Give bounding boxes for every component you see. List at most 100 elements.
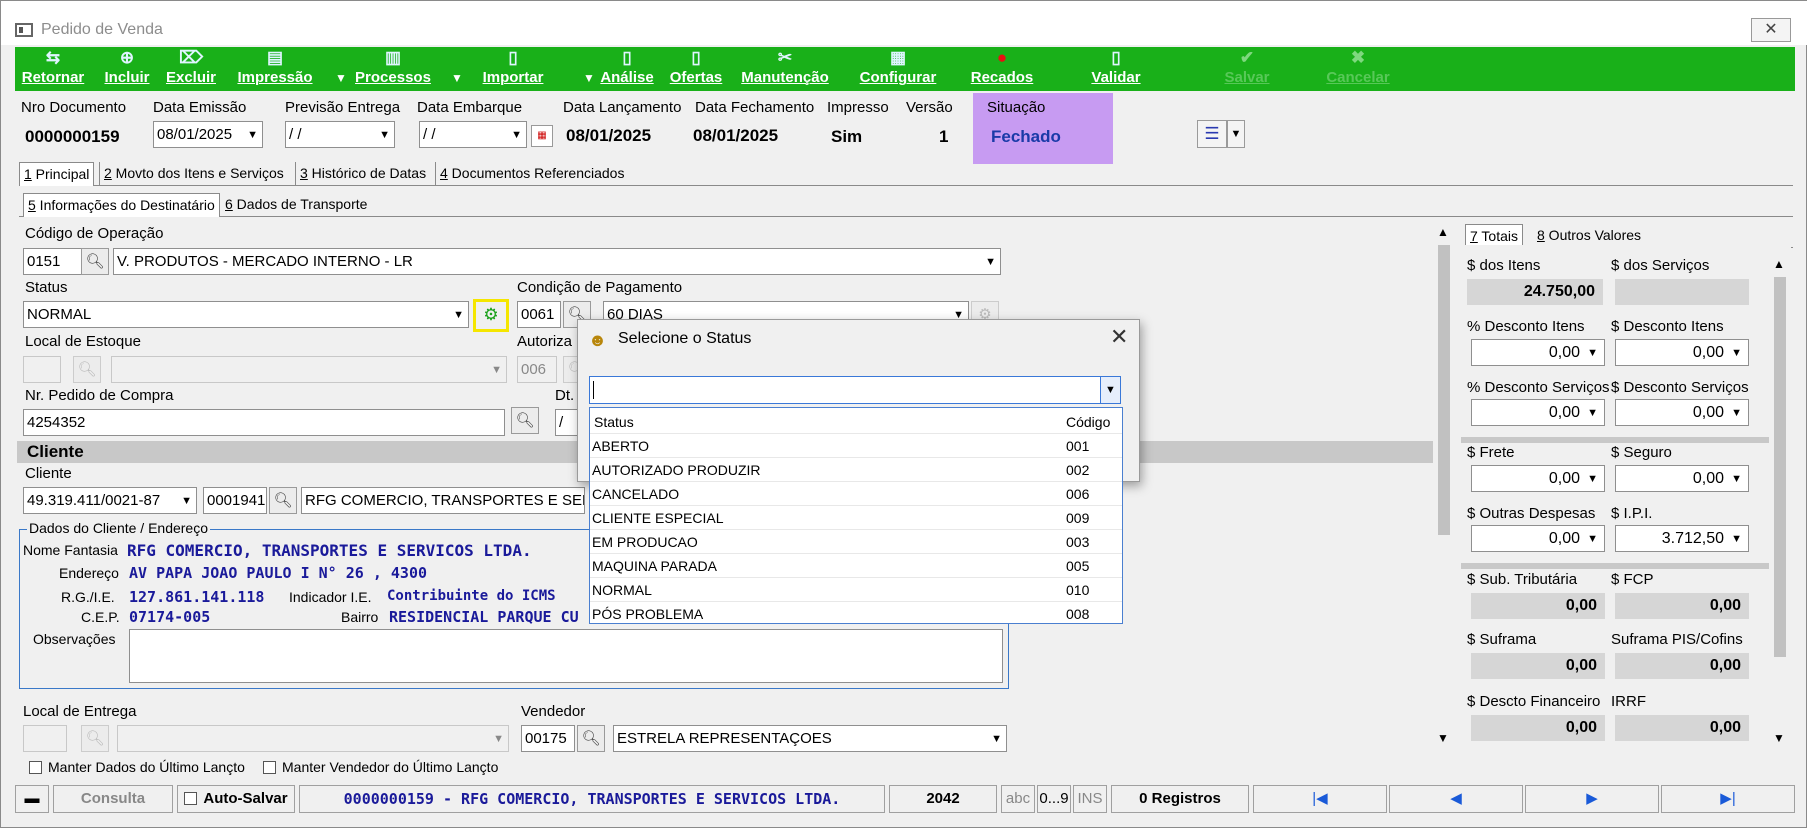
list-item[interactable]: MAQUINA PARADA 005 xyxy=(590,554,1122,578)
desc-serv-pct-field[interactable]: 0,00 ▼ xyxy=(1471,399,1605,426)
manter-vendedor-checkbox[interactable]: Manter Vendedor do Último Lançto xyxy=(263,759,498,775)
impressao-button[interactable]: ▤ Impressão xyxy=(233,47,317,91)
operacao-select[interactable]: V. PRODUTOS - MERCADO INTERNO - LR ▼ xyxy=(113,248,1001,275)
list-item[interactable]: CANCELADO 006 xyxy=(590,482,1122,506)
condicao-pagamento-label: Condição de Pagamento xyxy=(517,279,683,296)
list-item[interactable]: CLIENTE ESPECIAL 009 xyxy=(590,506,1122,530)
desc-itens-pct-field[interactable]: 0,00 ▼ xyxy=(1471,339,1605,366)
auto-salvar-checkbox[interactable]: Auto-Salvar xyxy=(177,785,295,813)
autoriza-field[interactable]: 006 xyxy=(517,356,557,383)
messages-icon: ● xyxy=(996,48,1008,67)
previsao-entrega-field[interactable]: / / ▼ xyxy=(285,121,395,148)
tools-icon: ✂ xyxy=(777,48,793,67)
cep-label: C.E.P. xyxy=(81,609,120,625)
dialog-close-icon[interactable]: ✕ xyxy=(1110,324,1128,350)
manter-dados-checkbox[interactable]: Manter Dados do Último Lançto xyxy=(29,759,245,775)
first-record-button[interactable]: |◀ xyxy=(1253,785,1387,813)
ipi-field[interactable]: 3.712,50 ▼ xyxy=(1615,525,1749,552)
manutencao-button[interactable]: ✂ Manutenção xyxy=(737,47,833,91)
itens-value: 24.750,00 xyxy=(1467,279,1603,305)
next-record-button[interactable]: ▶ xyxy=(1525,785,1659,813)
importar-dropdown[interactable]: ▼ xyxy=(575,47,595,91)
analise-button[interactable]: ▯ Análise xyxy=(597,47,657,91)
ofertas-button[interactable]: ▯ Ofertas xyxy=(665,47,727,91)
data-emissao-field[interactable]: 08/01/2025 ▼ xyxy=(153,121,263,148)
tab-informacoes-destinatario[interactable]: 5 Informações do Destinatário xyxy=(23,193,220,217)
local-estoque-select[interactable]: ▼ xyxy=(111,356,507,383)
cliente-nome-field[interactable]: RFG COMERCIO, TRANSPORTES E SERVIC xyxy=(301,487,585,514)
retornar-button[interactable]: ⇆ Retornar xyxy=(19,47,87,91)
list-icon[interactable]: ☰ xyxy=(1197,120,1227,148)
cliente-search-button[interactable]: 🔍︎ xyxy=(269,487,297,514)
pedido-compra-search-button[interactable]: 🔍︎ xyxy=(511,407,539,434)
impressao-dropdown[interactable]: ▼ xyxy=(327,47,347,91)
vendedor-codigo-field[interactable]: 00175 xyxy=(521,725,575,752)
salvar-button[interactable]: ✔ Salvar xyxy=(1221,47,1273,91)
pedido-compra-field[interactable]: 4254352 xyxy=(23,409,505,436)
suframa-label: $ Suframa xyxy=(1467,631,1537,648)
codigo-operacao-search-button[interactable]: 🔍︎ xyxy=(81,248,109,275)
condicao-codigo-field[interactable]: 0061 xyxy=(517,301,561,328)
local-estoque-codigo-field[interactable] xyxy=(23,356,61,383)
observacoes-field[interactable] xyxy=(129,629,1003,683)
cliente-cnpj-select[interactable]: 49.319.411/0021-87 ▼ xyxy=(23,487,197,514)
analysis-icon: ▯ xyxy=(622,48,632,67)
status-search-input[interactable]: ▼ xyxy=(589,376,1121,404)
codigo-operacao-label: Código de Operação xyxy=(25,225,164,242)
tab-movto-itens[interactable]: 2 Movto dos Itens e Serviços xyxy=(99,162,288,186)
dropdown-icon: ▼ xyxy=(1731,473,1742,485)
last-record-button[interactable]: ▶| xyxy=(1661,785,1795,813)
vendedor-label: Vendedor xyxy=(521,703,586,720)
vendedor-search-button[interactable]: 🔍︎ xyxy=(577,725,605,752)
ins-indicator: INS xyxy=(1073,785,1107,813)
chevron-down-icon[interactable]: ▼ xyxy=(1100,377,1120,403)
processos-button[interactable]: ▥ Processos xyxy=(353,47,433,91)
local-entrega-select[interactable]: ▼ xyxy=(117,725,509,752)
cancelar-button[interactable]: ✖ Cancelar xyxy=(1325,47,1391,91)
local-estoque-search-button[interactable]: 🔍︎ xyxy=(73,356,101,383)
dropdown-icon: ▼ xyxy=(1587,407,1598,419)
scroll-thumb[interactable] xyxy=(1438,245,1450,535)
calendar-icon[interactable]: ▦ xyxy=(531,125,553,147)
dropdown-icon: ▼ xyxy=(1731,407,1742,419)
processos-dropdown[interactable]: ▼ xyxy=(443,47,463,91)
status-bar: ▬ Consulta Auto-Salvar 0000000159 - RFG … xyxy=(15,783,1795,815)
previous-record-button[interactable]: ◀ xyxy=(1389,785,1523,813)
local-entrega-search-button[interactable]: 🔍︎ xyxy=(81,725,109,752)
list-item[interactable]: NORMAL 010 xyxy=(590,578,1122,602)
close-window-button[interactable]: ✕ xyxy=(1751,18,1791,42)
frete-field[interactable]: 0,00 ▼ xyxy=(1471,465,1605,492)
cliente-codigo-field[interactable]: 0001941 xyxy=(203,487,267,514)
recados-button[interactable]: ● Recados xyxy=(967,47,1037,91)
validar-button[interactable]: ▯ Validar xyxy=(1087,47,1145,91)
incluir-button[interactable]: ⊕ Incluir xyxy=(101,47,153,91)
tab-principal[interactable]: 1 Principal xyxy=(19,162,95,186)
desc-itens-field[interactable]: 0,00 ▼ xyxy=(1615,339,1749,366)
form-scrollbar[interactable]: ▲ ▼ xyxy=(1433,221,1455,751)
outras-despesas-field[interactable]: 0,00 ▼ xyxy=(1471,525,1605,552)
local-entrega-codigo-field[interactable] xyxy=(23,725,67,752)
codigo-operacao-field[interactable]: 0151 xyxy=(23,248,83,275)
tab-historico-datas[interactable]: 3 Histórico de Datas xyxy=(295,162,430,186)
tab-dados-transporte[interactable]: 6 Dados de Transporte xyxy=(221,193,371,217)
vendedor-select[interactable]: ESTRELA REPRESENTAÇOES ▼ xyxy=(613,725,1007,752)
importar-button[interactable]: ▯ Importar xyxy=(477,47,549,91)
list-item[interactable]: AUTORIZADO PRODUZIR 002 xyxy=(590,458,1122,482)
configurar-button[interactable]: ▦ Configurar xyxy=(853,47,943,91)
totals-scrollbar[interactable]: ▲ ▼ xyxy=(1769,253,1791,751)
nome-fantasia-value: RFG COMERCIO, TRANSPORTES E SERVICOS LTD… xyxy=(127,541,532,560)
status-select-button[interactable]: ⚙ xyxy=(473,299,509,332)
seguro-field[interactable]: 0,00 ▼ xyxy=(1615,465,1749,492)
list-item[interactable]: PÓS PROBLEMA 008 xyxy=(590,602,1122,626)
scroll-thumb[interactable] xyxy=(1774,277,1786,657)
desc-serv-field[interactable]: 0,00 ▼ xyxy=(1615,399,1749,426)
list-dropdown-button[interactable]: ▼ xyxy=(1227,120,1245,148)
list-item[interactable]: ABERTO 001 xyxy=(590,434,1122,458)
data-embarque-field[interactable]: / / ▼ xyxy=(419,121,527,148)
status-select[interactable]: NORMAL ▼ xyxy=(23,301,469,328)
dropdown-icon: ▼ xyxy=(453,309,464,321)
tab-documentos-referenciados[interactable]: 4 Documentos Referenciados xyxy=(435,162,628,186)
excluir-button[interactable]: ⌦ Excluir xyxy=(163,47,219,91)
list-item[interactable]: EM PRODUCAO 003 xyxy=(590,530,1122,554)
descto-financeiro-value: 0,00 xyxy=(1471,715,1605,741)
